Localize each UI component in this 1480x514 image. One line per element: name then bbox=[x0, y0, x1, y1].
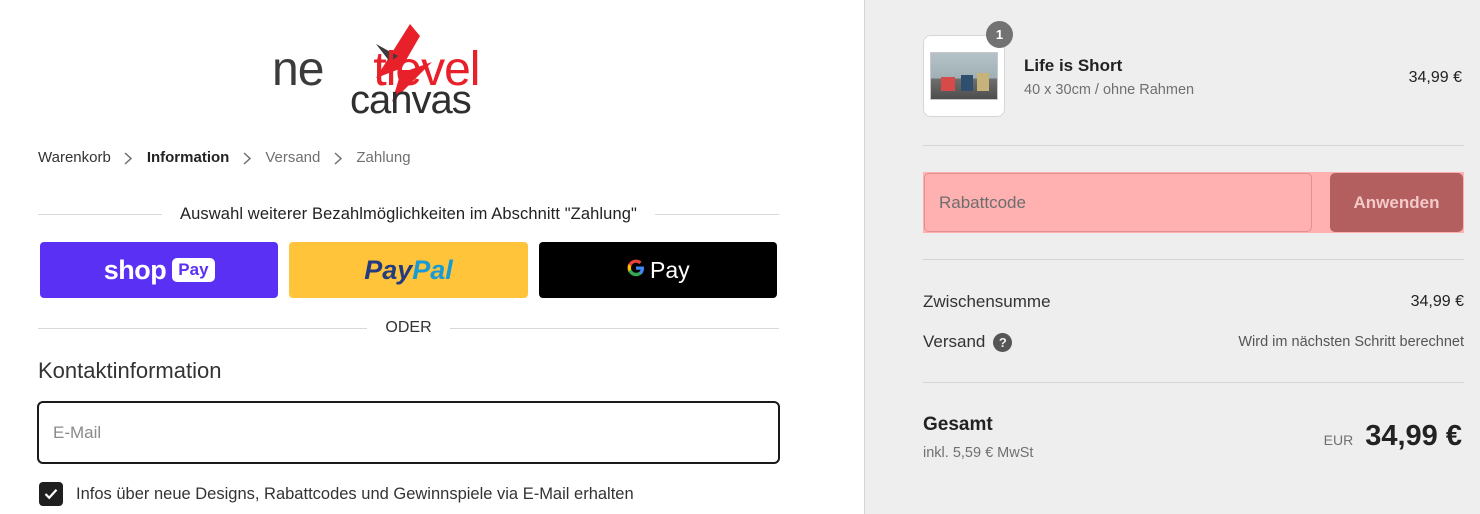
product-thumbnail bbox=[923, 35, 1005, 117]
chevron-right-icon bbox=[229, 150, 265, 166]
subtotal-row: Zwischensumme 34,99 € bbox=[923, 292, 1464, 312]
order-summary-sidebar: 1 Life is Short 40 x 30cm / ohne Rahmen … bbox=[864, 0, 1480, 514]
contact-section-title: Kontaktinformation bbox=[38, 358, 222, 383]
shipping-value: Wird im nächsten Schritt berechnet bbox=[1238, 334, 1464, 350]
chevron-right-icon bbox=[320, 150, 356, 166]
total-label: Gesamt bbox=[923, 414, 993, 435]
divider-line bbox=[923, 259, 1464, 260]
divider-line bbox=[923, 145, 1464, 146]
nextlevel-canvas-logo[interactable]: ne tlevel canvas bbox=[272, 22, 547, 122]
breadcrumb: Warenkorb Information Versand Zahlung bbox=[38, 149, 411, 166]
paypal-wordmark-a: Pay bbox=[364, 254, 413, 285]
discount-code-form: Anwenden bbox=[923, 172, 1464, 233]
logo-line2: canvas bbox=[350, 78, 472, 122]
newsletter-checkbox[interactable] bbox=[39, 482, 63, 506]
product-image bbox=[930, 52, 998, 100]
shop-pay-button[interactable]: shop Pay bbox=[40, 242, 279, 298]
email-field[interactable] bbox=[37, 401, 780, 464]
quantity-badge: 1 bbox=[986, 21, 1013, 48]
checkout-main: ne tlevel canvas Warenkorb Information Ve… bbox=[0, 0, 864, 514]
shipping-row: Versand ? Wird im nächsten Schritt berec… bbox=[923, 332, 1464, 352]
help-question-icon[interactable]: ? bbox=[993, 332, 1013, 352]
newsletter-label: Infos über neue Designs, Rabattcodes und… bbox=[76, 484, 634, 503]
subtotal-label: Zwischensumme bbox=[923, 292, 1051, 311]
google-g-icon bbox=[626, 257, 646, 284]
express-checkout-title: Auswahl weiterer Bezahlmöglichkeiten im … bbox=[180, 204, 637, 223]
google-pay-button[interactable]: Pay bbox=[538, 242, 777, 298]
breadcrumb-versand: Versand bbox=[265, 149, 321, 166]
express-payment-buttons: shop Pay Pay Pal Pay bbox=[40, 242, 777, 298]
product-variant: 40 x 30cm / ohne Rahmen bbox=[1024, 82, 1195, 98]
total-value: 34,99 € bbox=[1365, 420, 1462, 452]
email-input[interactable] bbox=[39, 403, 778, 462]
apply-discount-button[interactable]: Anwenden bbox=[1330, 173, 1463, 232]
discount-code-input[interactable] bbox=[925, 174, 1311, 231]
chevron-right-icon bbox=[111, 150, 147, 166]
breadcrumb-zahlung: Zahlung bbox=[356, 149, 411, 166]
subtotal-value: 34,99 € bbox=[1410, 293, 1464, 310]
divider-line bbox=[38, 213, 163, 215]
shop-pay-pill: Pay bbox=[172, 258, 215, 282]
breadcrumb-information: Information bbox=[146, 149, 230, 166]
newsletter-checkbox-row[interactable]: Infos über neue Designs, Rabattcodes und… bbox=[39, 482, 634, 506]
discount-code-field[interactable] bbox=[924, 173, 1312, 232]
breadcrumb-warenkorb[interactable]: Warenkorb bbox=[38, 149, 111, 166]
divider-line bbox=[449, 327, 780, 329]
checkmark-icon bbox=[44, 489, 58, 500]
divider-line bbox=[38, 327, 368, 329]
total-amount: EUR 34,99 € bbox=[1324, 420, 1462, 453]
divider-line bbox=[923, 382, 1464, 383]
or-label: ODER bbox=[385, 319, 432, 336]
product-name: Life is Short bbox=[1024, 56, 1123, 75]
currency-code: EUR bbox=[1323, 432, 1354, 448]
shop-pay-wordmark: shop bbox=[103, 254, 167, 285]
divider-line bbox=[654, 213, 780, 215]
tax-note: inkl. 5,59 € MwSt bbox=[923, 445, 1034, 461]
or-divider: ODER bbox=[38, 317, 780, 339]
shipping-label-wrap: Versand ? bbox=[923, 332, 1013, 352]
express-checkout-heading: Auswahl weiterer Bezahlmöglichkeiten im … bbox=[38, 203, 780, 225]
shipping-label: Versand bbox=[923, 332, 986, 351]
paypal-button[interactable]: Pay Pal bbox=[289, 242, 528, 298]
google-pay-label: Pay bbox=[650, 256, 690, 283]
product-price: 34,99 € bbox=[1408, 69, 1462, 86]
paypal-wordmark-b: Pal bbox=[412, 254, 453, 285]
